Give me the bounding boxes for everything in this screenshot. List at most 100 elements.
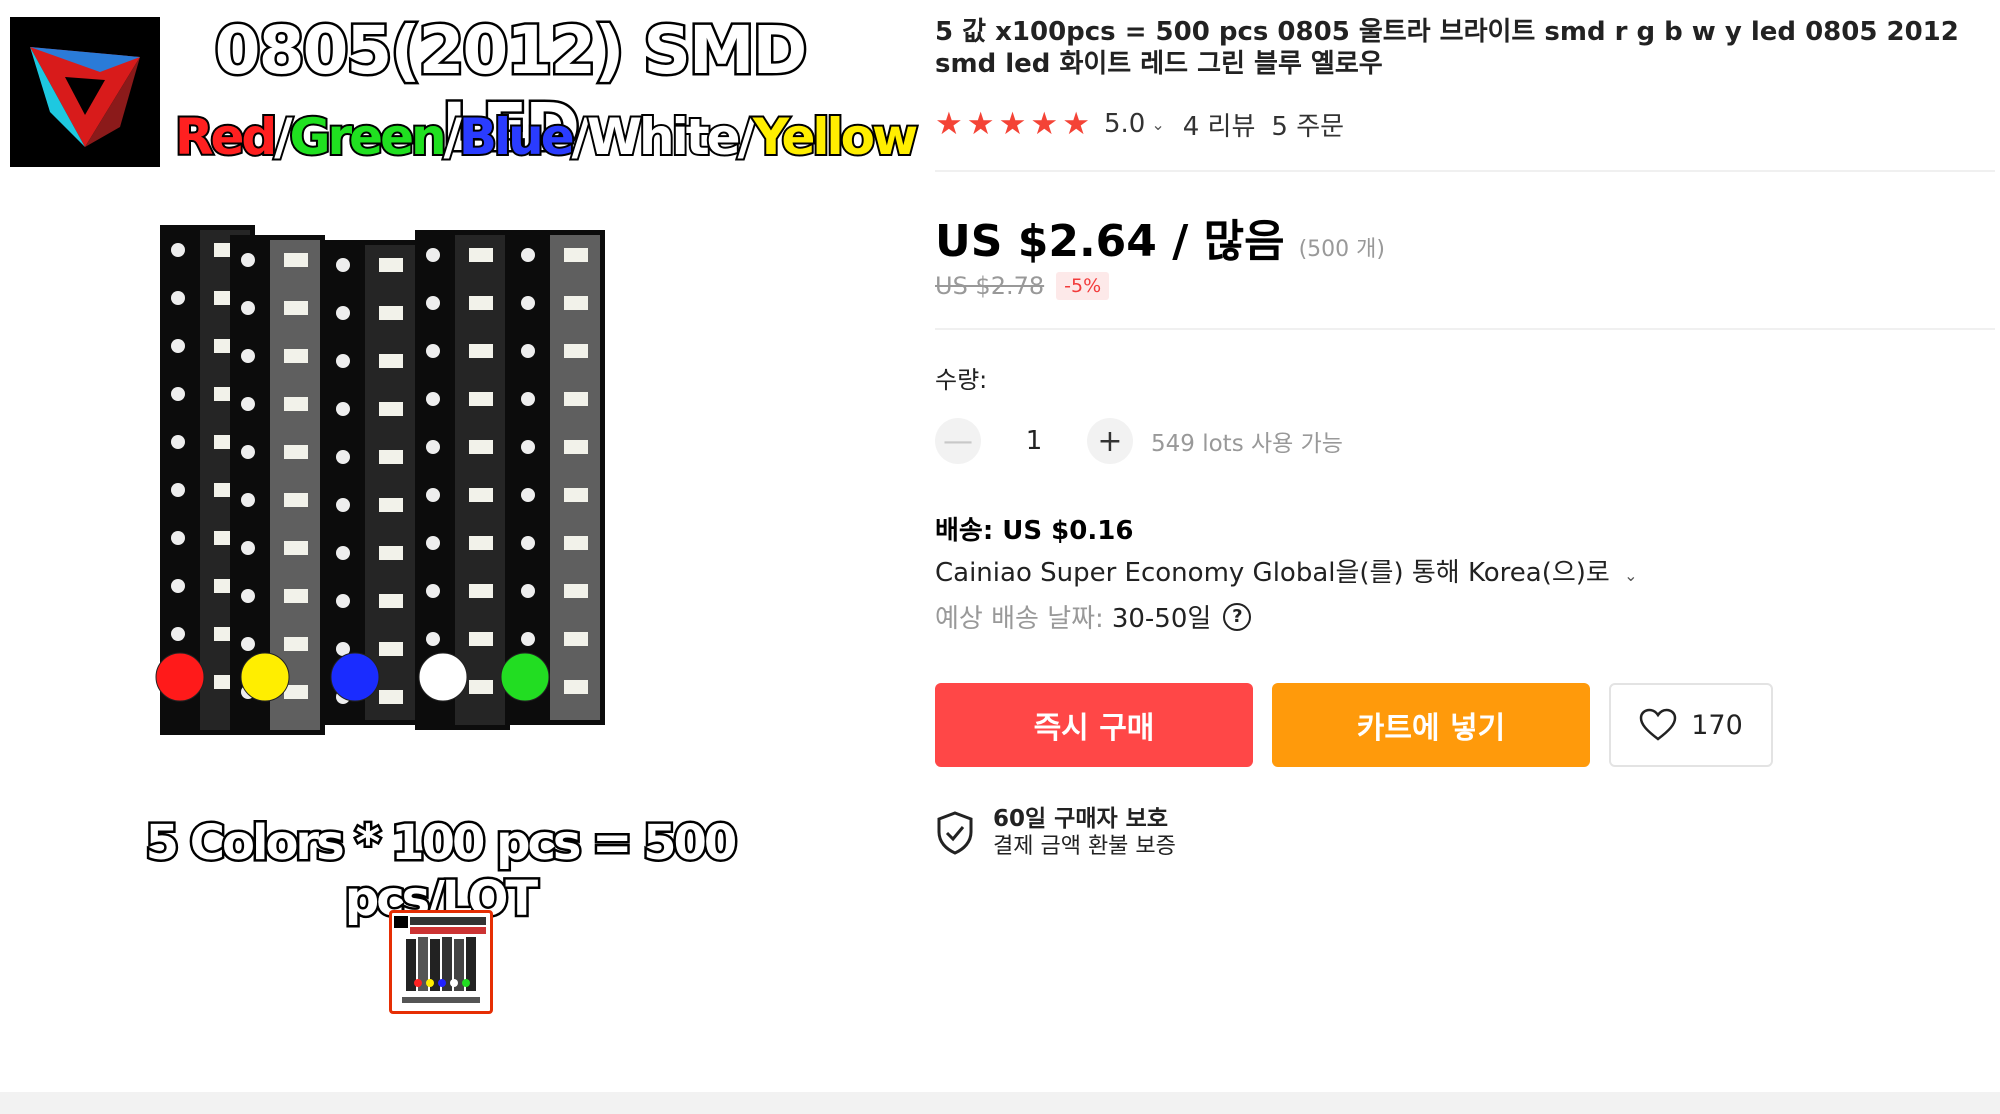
thumbnail-image[interactable]: [389, 910, 493, 1014]
tape-hole: [426, 632, 440, 646]
add-to-cart-button[interactable]: 카트에 넣기: [1272, 683, 1590, 767]
led-chip: [564, 440, 588, 454]
tape-hole: [171, 579, 185, 593]
color-name-green: Green: [287, 106, 448, 168]
quantity-input[interactable]: 1: [981, 426, 1087, 456]
shield-check-icon: [937, 811, 973, 855]
tape-hole: [336, 354, 350, 368]
led-chip: [284, 541, 308, 555]
led-chip: [284, 685, 308, 699]
protection-title: 60일 구매자 보호: [993, 806, 1168, 832]
led-chip: [379, 546, 403, 560]
tape-hole: [241, 397, 255, 411]
led-chip: [469, 488, 493, 502]
led-chip: [284, 637, 308, 651]
discount-badge: -5%: [1056, 272, 1110, 300]
led-chip: [564, 488, 588, 502]
wishlist-button[interactable]: 170: [1609, 683, 1773, 767]
buyer-protection: 60일 구매자 보호 결제 금액 환불 보증: [935, 805, 1176, 861]
led-chip: [564, 584, 588, 598]
led-chip: [379, 498, 403, 512]
led-color-dot: [240, 652, 290, 702]
led-chip: [564, 392, 588, 406]
led-chip: [469, 248, 493, 262]
tape-hole: [336, 306, 350, 320]
tape-hole: [171, 243, 185, 257]
main-product-image[interactable]: 0805(2012) SMD LED Red/Green/Blue/White/…: [0, 0, 920, 930]
footer-band: [0, 1092, 2000, 1114]
tape-hole: [171, 627, 185, 641]
tape-hole: [336, 450, 350, 464]
quantity-available: 549 lots 사용 가능: [1151, 431, 1343, 457]
tape-hole: [521, 584, 535, 598]
tape-hole: [336, 258, 350, 272]
star-rating: ★ ★ ★ ★ ★: [935, 105, 1090, 142]
led-chip: [379, 306, 403, 320]
product-title: 5 값 x100pcs = 500 pcs 0805 울트라 브라이트 smd …: [935, 17, 1959, 79]
color-name-yellow: Yellow: [751, 106, 920, 168]
led-chip: [379, 450, 403, 464]
led-chip: [469, 296, 493, 310]
led-chip: [284, 493, 308, 507]
star-icon: ★: [998, 105, 1027, 142]
led-chip: [469, 536, 493, 550]
tape-hole: [521, 488, 535, 502]
star-icon: ★: [1030, 105, 1059, 142]
current-price: US $2.64 / 많음: [935, 216, 1285, 267]
tape-hole: [171, 339, 185, 353]
led-chip: [379, 258, 403, 272]
quantity-decrease-button[interactable]: —: [935, 418, 981, 464]
led-chip: [564, 680, 588, 694]
tape-hole: [336, 594, 350, 608]
tape-hole: [171, 483, 185, 497]
tape-hole: [426, 392, 440, 406]
tape-hole: [241, 637, 255, 651]
tape-hole: [336, 498, 350, 512]
delivery-estimate-label: 예상 배송 날짜:: [935, 604, 1104, 634]
shipping-method[interactable]: Cainiao Super Economy Global을(를) 통해 Kore…: [935, 552, 1638, 589]
tape-hole: [241, 493, 255, 507]
tape-hole: [521, 440, 535, 454]
rating-value[interactable]: 5.0: [1104, 109, 1145, 139]
divider: [935, 170, 1995, 172]
tape-hole: [426, 488, 440, 502]
led-color-dot: [500, 652, 550, 702]
help-icon[interactable]: ?: [1223, 602, 1252, 631]
tape-hole: [426, 344, 440, 358]
protection-subtitle: 결제 금액 환불 보증: [993, 834, 1176, 859]
led-chip: [379, 402, 403, 416]
chevron-down-icon[interactable]: ⌄: [1151, 115, 1164, 134]
tape-hole: [521, 536, 535, 550]
price-row: US $2.64 / 많음 (500 개): [935, 205, 1385, 269]
led-chip: [564, 632, 588, 646]
buy-now-button[interactable]: 즉시 구매: [935, 683, 1253, 767]
reviews-link[interactable]: 4 리뷰: [1183, 106, 1256, 143]
tape-hole: [171, 387, 185, 401]
quantity-stepper: — 1 + 549 lots 사용 가능: [935, 418, 1343, 464]
tape-hole: [521, 632, 535, 646]
wishlist-count: 170: [1691, 709, 1743, 741]
shipping-method-text: Cainiao Super Economy Global을(를) 통해 Kore…: [935, 558, 1610, 588]
tape-hole: [241, 589, 255, 603]
tape-hole: [241, 253, 255, 267]
star-icon: ★: [935, 105, 963, 142]
led-chip: [469, 632, 493, 646]
tape-hole: [426, 440, 440, 454]
chevron-down-icon[interactable]: ⌄: [1624, 566, 1637, 585]
shipping-cost: 배송: US $0.16: [935, 516, 1134, 546]
star-icon: ★: [966, 105, 995, 142]
color-name-blue: Blue: [457, 106, 577, 168]
led-chip: [564, 296, 588, 310]
orders-count: 5 주문: [1271, 111, 1345, 142]
tape-hole: [241, 541, 255, 555]
tape-hole: [241, 301, 255, 315]
led-chip: [469, 392, 493, 406]
delivery-estimate: 예상 배송 날짜: 30-50일 ?: [935, 598, 1252, 635]
led-chip: [284, 349, 308, 363]
led-chip: [564, 344, 588, 358]
tape-hole: [426, 296, 440, 310]
tape-hole: [521, 344, 535, 358]
delivery-estimate-value: 30-50일: [1111, 604, 1212, 634]
original-price-row: US $2.78 -5%: [935, 272, 1110, 300]
quantity-increase-button[interactable]: +: [1087, 418, 1133, 464]
